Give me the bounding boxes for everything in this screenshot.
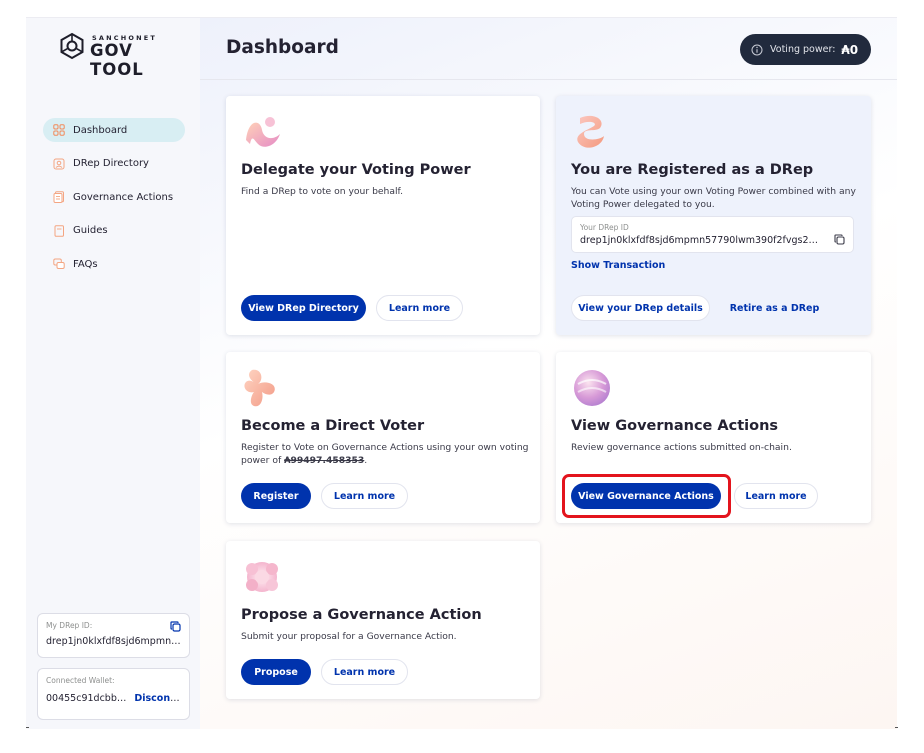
description-suffix: . xyxy=(364,455,368,466)
propose-button[interactable]: Propose xyxy=(241,659,311,685)
my-drep-id-label: My DRep ID: xyxy=(46,621,93,630)
app-window: SANCHONET GOV TOOL Dashboard DRep Direct… xyxy=(26,17,897,729)
my-drep-id-value: drep1jn0klxfdf8sjd6mpmn57… xyxy=(46,636,181,647)
learn-more-button[interactable]: Learn more xyxy=(376,295,463,321)
top-bar: Dashboard Voting power: ₳0 xyxy=(200,18,897,80)
connected-wallet-card: Connected Wallet: 00455c91dcbb… Disconnec… xyxy=(37,668,190,720)
voting-power-value: ₳0 xyxy=(841,42,859,57)
card-description: Submit your proposal for a Governance Ac… xyxy=(241,631,457,642)
card-title: View Governance Actions xyxy=(571,418,779,434)
learn-more-button[interactable]: Learn more xyxy=(321,483,408,509)
sidebar-item-label: Guides xyxy=(73,225,108,236)
copy-icon[interactable] xyxy=(170,621,181,632)
register-button[interactable]: Register xyxy=(241,483,311,509)
main-content: Dashboard Voting power: ₳0 Delegate your… xyxy=(200,18,897,729)
governance-illustration-icon xyxy=(574,370,610,406)
disconnect-button[interactable]: Disconnect xyxy=(134,693,181,704)
learn-more-button[interactable]: Learn more xyxy=(321,659,408,685)
card-description: Find a DRep to vote on your behalf. xyxy=(241,186,404,197)
logo-hexagon-icon xyxy=(60,32,84,60)
governance-actions-icon xyxy=(53,191,64,203)
sidebar-item-label: Dashboard xyxy=(73,124,128,136)
show-transaction-link[interactable]: Show Transaction xyxy=(571,260,665,271)
card-title: You are Registered as a DRep xyxy=(571,162,814,178)
voting-power-label: Voting power: xyxy=(770,44,836,55)
sidebar-item-governance-actions[interactable]: Governance Actions xyxy=(43,185,185,209)
voting-power-pill: Voting power: ₳0 xyxy=(740,34,871,65)
propose-illustration-icon xyxy=(246,562,278,592)
drep-illustration-icon xyxy=(577,115,604,148)
highlight-box xyxy=(562,474,731,518)
view-drep-directory-button[interactable]: View DRep Directory xyxy=(241,295,366,321)
card-title: Propose a Governance Action xyxy=(241,607,482,623)
retire-drep-button[interactable]: Retire as a DRep xyxy=(726,295,823,321)
card-description: You can Vote using your own Voting Power… xyxy=(571,186,856,210)
wallet-row: 00455c91dcbb… Disconnect xyxy=(46,693,181,704)
edge-tick xyxy=(26,727,29,728)
wallet-label: Connected Wallet: xyxy=(46,676,115,685)
edge-tick xyxy=(895,727,898,728)
dashboard-grid-icon xyxy=(53,124,65,136)
copy-icon[interactable] xyxy=(834,234,845,245)
info-icon[interactable] xyxy=(751,44,763,56)
drep-id-box: Your DRep ID drep1jn0klxfdf8sjd6mpmn5779… xyxy=(571,216,854,253)
learn-more-button[interactable]: Learn more xyxy=(734,483,818,509)
drep-id-value: drep1jn0klxfdf8sjd6mpmn5779​0lwm390f2fvg… xyxy=(580,235,820,246)
card-title: Delegate your Voting Power xyxy=(241,162,471,178)
my-drep-id-card: My DRep ID: drep1jn0klxfdf8sjd6mpmn57… xyxy=(37,613,190,658)
card-title: Become a Direct Voter xyxy=(241,418,425,434)
sidebar-item-guides[interactable]: Guides xyxy=(43,219,185,243)
logo[interactable]: SANCHONET GOV TOOL xyxy=(58,32,173,79)
propose-card: Propose a Governance Action Submit your … xyxy=(226,541,540,699)
page-title: Dashboard xyxy=(226,37,339,58)
logo-title: GOV TOOL xyxy=(90,41,144,79)
sidebar-nav: Dashboard DRep Directory Governance Acti… xyxy=(43,118,185,286)
direct-voter-illustration-icon xyxy=(244,369,275,407)
registered-drep-card: You are Registered as a DRep You can Vot… xyxy=(556,96,871,335)
voting-power-amount: ₳99497.458353 xyxy=(284,455,365,466)
delegate-illustration-icon xyxy=(246,117,280,147)
sidebar-item-dashboard[interactable]: Dashboard xyxy=(43,118,185,142)
sidebar: SANCHONET GOV TOOL Dashboard DRep Direct… xyxy=(26,18,200,729)
card-description: Review governance actions submitted on-c… xyxy=(571,442,792,453)
sidebar-item-label: Governance Actions xyxy=(73,191,174,203)
drep-id-label: Your DRep ID xyxy=(580,223,629,232)
card-description: Register to Vote on Governance Actions u… xyxy=(241,441,531,467)
drep-directory-icon xyxy=(53,158,65,169)
wallet-address: 00455c91dcbb… xyxy=(46,693,127,704)
sidebar-item-label: FAQs xyxy=(73,258,98,270)
sidebar-item-label: DRep Directory xyxy=(73,158,149,169)
direct-voter-card: Become a Direct Voter Register to Vote o… xyxy=(226,352,540,523)
faqs-chat-icon xyxy=(53,258,65,269)
guides-book-icon xyxy=(54,224,64,237)
sidebar-item-faqs[interactable]: FAQs xyxy=(43,252,185,276)
view-drep-details-button[interactable]: View your DRep details xyxy=(571,295,710,321)
sidebar-item-drep-directory[interactable]: DRep Directory xyxy=(43,152,185,176)
delegate-card: Delegate your Voting Power Find a DRep t… xyxy=(226,96,540,335)
